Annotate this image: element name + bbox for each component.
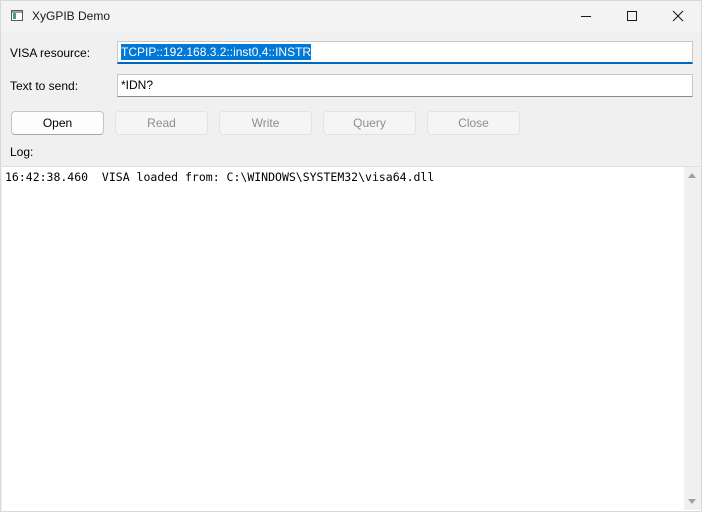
query-button[interactable]: Query (323, 111, 416, 135)
log-textarea[interactable]: 16:42:38.460 VISA loaded from: C:\WINDOW… (2, 166, 701, 511)
write-button[interactable]: Write (219, 111, 312, 135)
visa-resource-value: TCPIP::192.168.3.2::inst0,4::INSTR (121, 44, 312, 60)
read-button[interactable]: Read (115, 111, 208, 135)
log-label: Log: (10, 145, 34, 159)
window-title: XyGPIB Demo (32, 9, 111, 23)
maximize-icon (627, 11, 637, 21)
scroll-down-button[interactable] (684, 493, 701, 510)
scroll-up-button[interactable] (684, 167, 701, 184)
visa-resource-label: VISA resource: (10, 46, 91, 60)
arrow-down-icon (688, 499, 696, 504)
app-window-icon (11, 10, 23, 21)
window-close-button[interactable] (655, 1, 701, 32)
title-bar[interactable]: XyGPIB Demo (1, 1, 701, 32)
main-window: XyGPIB Demo VISA resource: TCPIP::192.16… (0, 0, 702, 512)
minimize-button[interactable] (563, 1, 609, 32)
close-icon (672, 10, 684, 22)
visa-resource-input[interactable]: TCPIP::192.168.3.2::inst0,4::INSTR (117, 41, 693, 64)
log-line: 16:42:38.460 VISA loaded from: C:\WINDOW… (5, 170, 435, 184)
close-button[interactable]: Close (427, 111, 520, 135)
minimize-icon (581, 16, 591, 17)
text-to-send-label: Text to send: (10, 79, 79, 93)
text-to-send-value: *IDN? (121, 78, 154, 92)
text-to-send-input[interactable]: *IDN? (117, 74, 693, 97)
log-scrollbar[interactable] (684, 167, 701, 510)
arrow-up-icon (688, 173, 696, 178)
open-button[interactable]: Open (11, 111, 104, 135)
maximize-button[interactable] (609, 1, 655, 32)
